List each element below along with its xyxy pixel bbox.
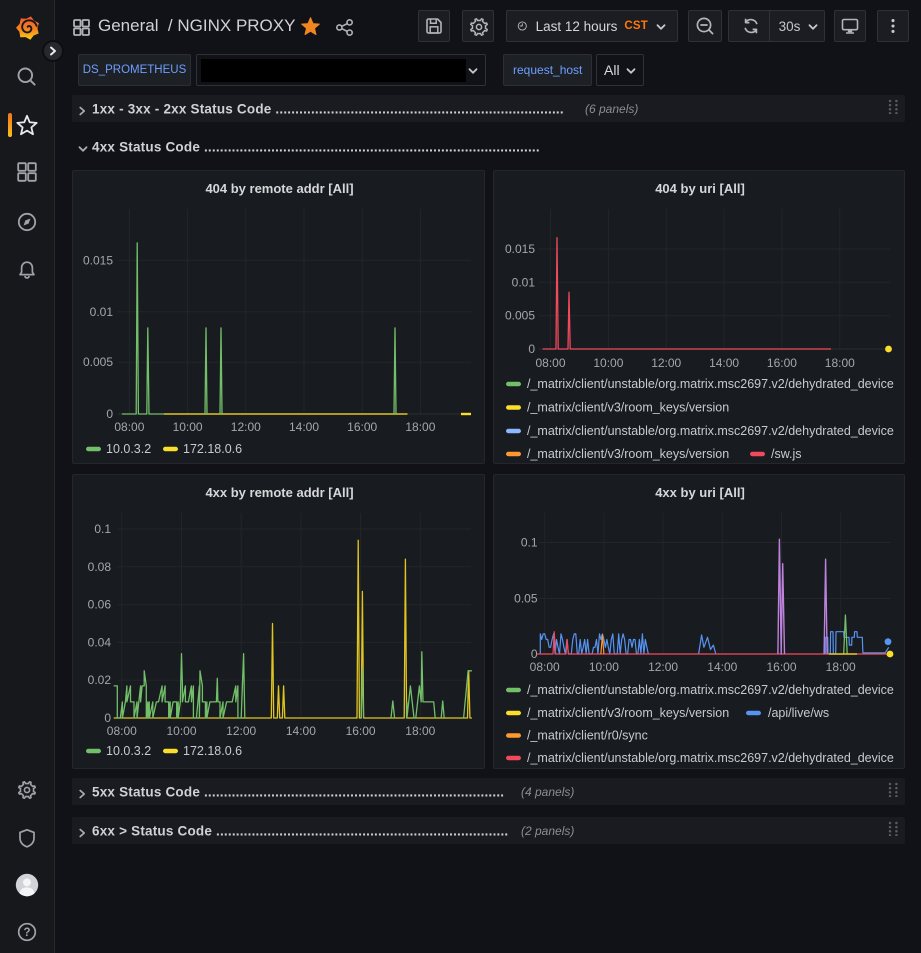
svg-text:404 by uri [All]: 404 by uri [All]	[655, 181, 745, 196]
svg-text:172.18.0.6: 172.18.0.6	[183, 442, 242, 456]
svg-text:?: ?	[23, 927, 30, 939]
svg-text:14:00: 14:00	[286, 724, 316, 738]
svg-text:/api/live/ws: /api/live/ws	[768, 706, 829, 720]
svg-text:/_matrix/client/v3/room_keys/v: /_matrix/client/v3/room_keys/version	[527, 447, 729, 461]
svg-text:16:00: 16:00	[767, 356, 797, 370]
svg-text:/_matrix/client/unstable/org.m: /_matrix/client/unstable/org.matrix.msc2…	[527, 683, 894, 697]
svg-text:08:00: 08:00	[114, 420, 144, 434]
svg-text:0: 0	[104, 711, 111, 725]
svg-text:10.0.3.2: 10.0.3.2	[106, 442, 151, 456]
svg-text:14:00: 14:00	[289, 420, 319, 434]
svg-text:0.01: 0.01	[90, 305, 114, 319]
svg-text:12:00: 12:00	[226, 724, 256, 738]
svg-text:18:00: 18:00	[825, 356, 855, 370]
svg-text:12:00: 12:00	[231, 420, 261, 434]
svg-text:/_matrix/client/unstable/org.m: /_matrix/client/unstable/org.matrix.msc2…	[527, 751, 894, 765]
svg-text:4xx by remote addr [All]: 4xx by remote addr [All]	[205, 485, 353, 500]
svg-text:12:00: 12:00	[648, 660, 678, 674]
svg-text:0.1: 0.1	[521, 536, 538, 550]
svg-text:/sw.js: /sw.js	[771, 447, 802, 461]
svg-text:0.1: 0.1	[94, 522, 111, 536]
svg-text:0.02: 0.02	[88, 673, 112, 687]
svg-text:18:00: 18:00	[405, 724, 435, 738]
svg-text:/_matrix/client/r0/sync: /_matrix/client/r0/sync	[527, 729, 648, 743]
svg-text:404 by remote addr [All]: 404 by remote addr [All]	[205, 181, 353, 196]
svg-text:10:00: 10:00	[593, 356, 623, 370]
svg-text:0: 0	[106, 407, 113, 421]
svg-text:4xx by uri [All]: 4xx by uri [All]	[655, 485, 745, 500]
svg-text:0.04: 0.04	[88, 635, 112, 649]
svg-text:08:00: 08:00	[107, 724, 137, 738]
svg-text:0.06: 0.06	[88, 598, 112, 612]
svg-text:16:00: 16:00	[766, 660, 796, 674]
svg-text:0.05: 0.05	[514, 592, 538, 606]
svg-text:14:00: 14:00	[709, 356, 739, 370]
svg-text:14:00: 14:00	[707, 660, 737, 674]
svg-text:0.005: 0.005	[83, 355, 113, 369]
svg-text:172.18.0.6: 172.18.0.6	[183, 744, 242, 758]
svg-text:10:00: 10:00	[173, 420, 203, 434]
svg-text:/_matrix/client/unstable/org.m: /_matrix/client/unstable/org.matrix.msc2…	[527, 377, 894, 391]
svg-text:/_matrix/client/v3/room_keys/v: /_matrix/client/v3/room_keys/version	[527, 401, 729, 415]
svg-text:18:00: 18:00	[826, 660, 856, 674]
svg-text:0.015: 0.015	[505, 242, 535, 256]
svg-text:0.08: 0.08	[88, 560, 112, 574]
svg-text:10:00: 10:00	[589, 660, 619, 674]
svg-text:10.0.3.2: 10.0.3.2	[106, 744, 151, 758]
svg-text:0: 0	[528, 342, 535, 356]
svg-text:16:00: 16:00	[347, 420, 377, 434]
svg-text:12:00: 12:00	[651, 356, 681, 370]
svg-text:/_matrix/client/v3/room_keys/v: /_matrix/client/v3/room_keys/version	[527, 706, 729, 720]
svg-text:18:00: 18:00	[405, 420, 435, 434]
svg-text:0.005: 0.005	[505, 309, 535, 323]
svg-text:16:00: 16:00	[346, 724, 376, 738]
svg-text:08:00: 08:00	[535, 356, 565, 370]
svg-text:0.015: 0.015	[83, 253, 113, 267]
svg-text:/_matrix/client/unstable/org.m: /_matrix/client/unstable/org.matrix.msc2…	[527, 424, 894, 438]
svg-text:08:00: 08:00	[530, 660, 560, 674]
svg-text:10:00: 10:00	[166, 724, 196, 738]
svg-text:0.01: 0.01	[512, 275, 536, 289]
